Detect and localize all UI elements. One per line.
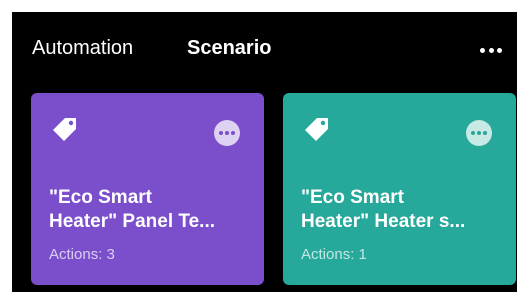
more-horizontal-icon-dot xyxy=(480,47,485,53)
card-more-button[interactable] xyxy=(214,120,240,146)
tab-automation[interactable]: Automation xyxy=(32,37,133,60)
tab-scenario[interactable]: Scenario xyxy=(187,37,271,60)
app-panel: Automation Scenario "Eco Smart Heater" P… xyxy=(12,12,517,292)
more-horizontal-icon-dot xyxy=(231,131,235,135)
tag-icon xyxy=(53,118,76,141)
more-horizontal-icon-dot xyxy=(225,131,229,135)
card-title: "Eco Smart Heater" Panel Te... xyxy=(49,187,215,232)
more-horizontal-icon-dot xyxy=(477,131,481,135)
more-horizontal-icon-dot xyxy=(488,47,494,53)
card-more-button[interactable] xyxy=(466,120,492,146)
scenario-card[interactable]: "Eco Smart Heater" Panel Te... Actions: … xyxy=(31,93,264,285)
more-horizontal-icon-dot xyxy=(483,131,487,135)
card-actions-count: Actions: 1 xyxy=(301,246,367,263)
card-actions-count: Actions: 3 xyxy=(49,246,115,263)
screen: Automation Scenario "Eco Smart Heater" P… xyxy=(0,0,531,304)
scenario-card[interactable]: "Eco Smart Heater" Heater s... Actions: … xyxy=(283,93,516,285)
more-horizontal-icon-dot xyxy=(471,131,475,135)
tag-icon xyxy=(305,118,328,141)
header: Automation Scenario xyxy=(12,12,517,84)
more-horizontal-icon-dot xyxy=(219,131,223,135)
more-options-button[interactable] xyxy=(476,38,506,62)
card-title: "Eco Smart Heater" Heater s... xyxy=(301,187,466,232)
more-horizontal-icon-dot xyxy=(497,47,502,53)
